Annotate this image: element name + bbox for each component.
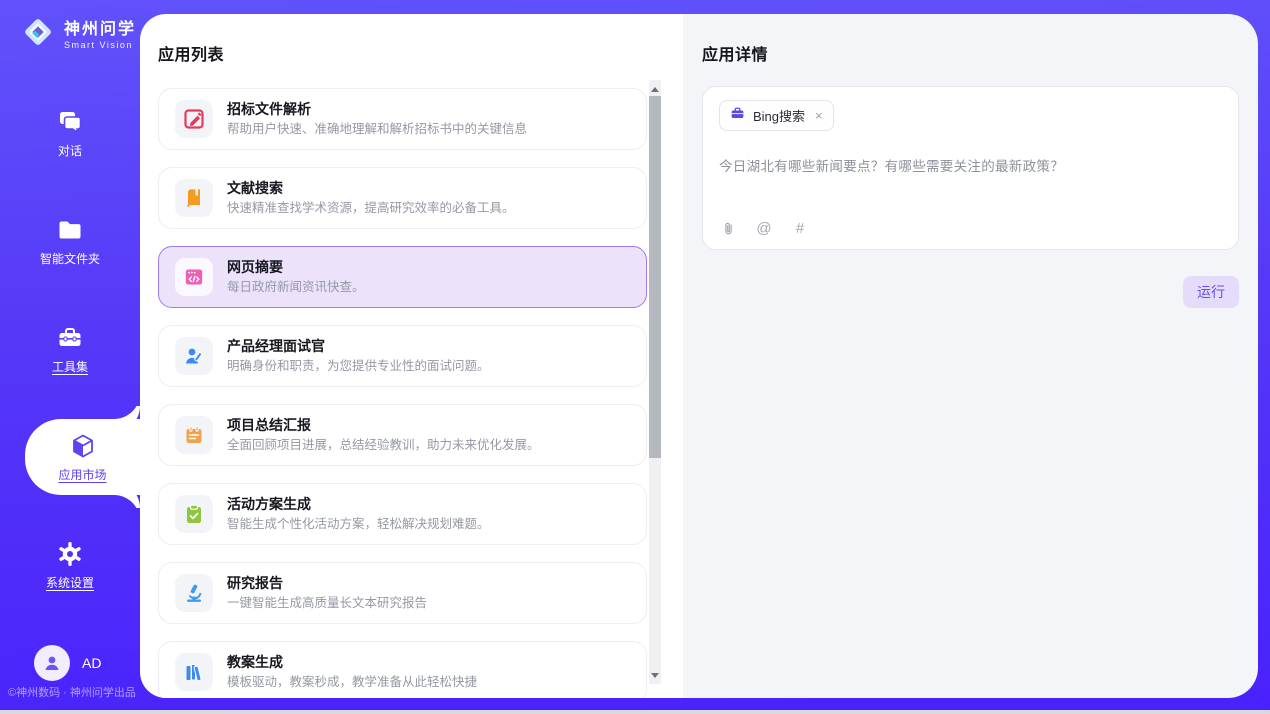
app-detail-panel: 应用详情 Bing搜索 × 今日湖北有哪些新闻要点？有哪些需要关注的最新政策？	[683, 14, 1258, 698]
app-name: 项目总结汇报	[227, 416, 540, 434]
prompt-toolbar: @ #	[719, 219, 1222, 237]
app-description: 一键智能生成高质量长文本研究报告	[227, 595, 427, 612]
app-name: 研究报告	[227, 574, 427, 592]
card-text: 项目总结汇报全面回顾项目进展，总结经验教训，助力未来优化发展。	[227, 416, 540, 454]
app-list-title: 应用列表	[158, 41, 647, 65]
user-icon	[34, 645, 70, 681]
app-name: 网页摘要	[227, 258, 365, 276]
sidebar-item-智能文件夹[interactable]: 智能文件夹	[0, 203, 140, 279]
scrollbar[interactable]	[649, 80, 661, 684]
folder-icon	[56, 216, 84, 244]
brand-text: 神州问学 Smart Vision	[64, 20, 136, 50]
pen-square-icon	[175, 100, 213, 138]
sidebar-item-label: 应用市场	[58, 466, 106, 483]
toolbox-icon	[56, 324, 84, 352]
app-card-活动方案生成[interactable]: 活动方案生成智能生成个性化活动方案，轻松解决规划难题。	[158, 483, 647, 545]
app-description: 模板驱动，教案秒成，教学准备从此轻松快捷	[227, 674, 477, 691]
scroll-down-button[interactable]	[649, 668, 661, 682]
user-name: AD	[82, 655, 101, 671]
input-spacer	[719, 175, 1222, 219]
brand-subtitle: Smart Vision	[64, 40, 136, 50]
sidebar-nav: 对话智能文件夹工具集应用市场系统设置	[0, 95, 140, 635]
briefcase-icon	[730, 106, 745, 126]
sidebar-item-对话[interactable]: 对话	[0, 95, 140, 171]
scrollbar-thumb[interactable]	[649, 96, 661, 458]
content-shell: 应用列表 招标文件解析帮助用户快速、准确地理解和解析招标书中的关键信息文献搜索快…	[140, 14, 1258, 698]
run-button[interactable]: 运行	[1183, 276, 1239, 308]
interviewer-icon	[175, 337, 213, 375]
app-cards: 招标文件解析帮助用户快速、准确地理解和解析招标书中的关键信息文献搜索快速精准查找…	[158, 88, 647, 698]
tool-chip-label: Bing搜索	[753, 106, 805, 125]
note-icon	[175, 416, 213, 454]
close-icon[interactable]: ×	[815, 109, 823, 122]
app-card-文献搜索[interactable]: 文献搜索快速精准查找学术资源，提高研究效率的必备工具。	[158, 167, 647, 229]
app-name: 活动方案生成	[227, 495, 490, 513]
app-card-项目总结汇报[interactable]: 项目总结汇报全面回顾项目进展，总结经验教训，助力未来优化发展。	[158, 404, 647, 466]
bottom-edge-strip	[0, 710, 1270, 714]
attachment-icon[interactable]	[719, 219, 737, 237]
app-card-网页摘要[interactable]: 网页摘要每日政府新闻资讯快查。	[158, 246, 647, 308]
sidebar-item-应用市场[interactable]: 应用市场	[25, 419, 140, 495]
card-text: 网页摘要每日政府新闻资讯快查。	[227, 258, 365, 296]
sidebar-item-label: 工具集	[52, 358, 88, 375]
gear-icon	[56, 540, 84, 568]
app-window: 神州问学 Smart Vision 对话智能文件夹工具集应用市场系统设置 AD …	[0, 0, 1270, 714]
sidebar-item-工具集[interactable]: 工具集	[0, 311, 140, 387]
app-name: 文献搜索	[227, 179, 515, 197]
copyright: ©神州数码 · 神州问学出品	[8, 684, 136, 700]
card-text: 活动方案生成智能生成个性化活动方案，轻松解决规划难题。	[227, 495, 490, 533]
cube-icon	[69, 432, 97, 460]
app-description: 全面回顾项目进展，总结经验教训，助力未来优化发展。	[227, 437, 540, 454]
app-card-研究报告[interactable]: 研究报告一键智能生成高质量长文本研究报告	[158, 562, 647, 624]
prompt-card[interactable]: Bing搜索 × 今日湖北有哪些新闻要点？有哪些需要关注的最新政策？ @ #	[702, 86, 1239, 250]
app-description: 每日政府新闻资讯快查。	[227, 279, 365, 296]
scroll-up-button[interactable]	[649, 82, 661, 96]
app-name: 教案生成	[227, 653, 477, 671]
card-text: 文献搜索快速精准查找学术资源，提高研究效率的必备工具。	[227, 179, 515, 217]
sidebar: 神州问学 Smart Vision 对话智能文件夹工具集应用市场系统设置 AD …	[0, 0, 140, 714]
brand: 神州问学 Smart Vision	[0, 0, 140, 55]
card-text: 教案生成模板驱动，教案秒成，教学准备从此轻松快捷	[227, 653, 477, 691]
app-description: 智能生成个性化活动方案，轻松解决规划难题。	[227, 516, 490, 533]
clipboard-check-icon	[175, 495, 213, 533]
query-text[interactable]: 今日湖北有哪些新闻要点？有哪些需要关注的最新政策？	[719, 155, 1222, 175]
sidebar-item-label: 对话	[58, 142, 82, 159]
app-description: 明确身份和职责，为您提供专业性的面试问题。	[227, 358, 490, 375]
microscope-icon	[175, 574, 213, 612]
card-text: 研究报告一键智能生成高质量长文本研究报告	[227, 574, 427, 612]
sidebar-item-label: 智能文件夹	[40, 250, 100, 267]
chat-icon	[56, 108, 84, 136]
brand-name: 神州问学	[64, 20, 136, 40]
app-description: 帮助用户快速、准确地理解和解析招标书中的关键信息	[227, 121, 527, 138]
books-icon	[175, 653, 213, 691]
browser-icon	[175, 258, 213, 296]
scroll-down-icon	[651, 673, 659, 678]
tool-chip-bing[interactable]: Bing搜索 ×	[719, 100, 834, 131]
scroll-up-icon	[651, 87, 659, 92]
app-list-panel: 应用列表 招标文件解析帮助用户快速、准确地理解和解析招标书中的关键信息文献搜索快…	[140, 14, 683, 698]
app-detail-title: 应用详情	[702, 41, 1239, 65]
app-name: 产品经理面试官	[227, 337, 490, 355]
app-card-教案生成[interactable]: 教案生成模板驱动，教案秒成，教学准备从此轻松快捷	[158, 641, 647, 698]
sidebar-item-label: 系统设置	[46, 574, 94, 591]
mention-icon[interactable]: @	[755, 219, 773, 237]
card-text: 产品经理面试官明确身份和职责，为您提供专业性的面试问题。	[227, 337, 490, 375]
diamond-logo-icon	[20, 14, 56, 55]
sidebar-item-系统设置[interactable]: 系统设置	[0, 527, 140, 603]
app-name: 招标文件解析	[227, 100, 527, 118]
user-row[interactable]: AD	[34, 645, 101, 681]
run-row: 运行	[702, 276, 1239, 308]
app-description: 快速精准查找学术资源，提高研究效率的必备工具。	[227, 200, 515, 217]
topic-icon[interactable]: #	[791, 219, 809, 237]
app-card-产品经理面试官[interactable]: 产品经理面试官明确身份和职责，为您提供专业性的面试问题。	[158, 325, 647, 387]
app-card-招标文件解析[interactable]: 招标文件解析帮助用户快速、准确地理解和解析招标书中的关键信息	[158, 88, 647, 150]
card-text: 招标文件解析帮助用户快速、准确地理解和解析招标书中的关键信息	[227, 100, 527, 138]
book-icon	[175, 179, 213, 217]
